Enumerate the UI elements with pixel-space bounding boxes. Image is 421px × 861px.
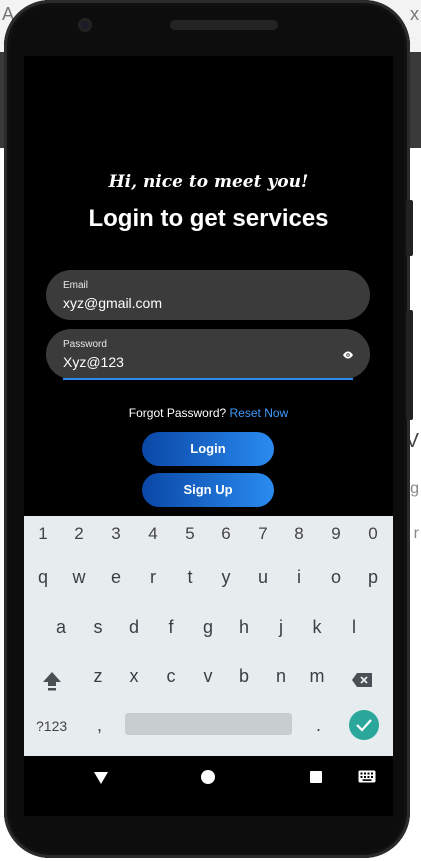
key-q[interactable]: q [31, 567, 55, 588]
key-m[interactable]: m [305, 666, 329, 687]
key-t[interactable]: t [178, 567, 202, 588]
key-6[interactable]: 6 [214, 524, 238, 544]
enter-key[interactable] [349, 710, 379, 740]
desktop-text-fragment: g [410, 480, 419, 497]
signup-button[interactable]: Sign Up [142, 473, 274, 507]
forgot-password-text: Forgot Password? [128, 406, 230, 420]
android-nav-bar [24, 756, 393, 816]
key-b[interactable]: b [232, 666, 256, 687]
key-3[interactable]: 3 [104, 524, 128, 544]
key-k[interactable]: k [305, 617, 329, 638]
key-p[interactable]: p [361, 567, 385, 588]
key-o[interactable]: o [324, 567, 348, 588]
front-camera [78, 18, 92, 32]
password-label: Password [63, 339, 107, 350]
key-a[interactable]: a [49, 617, 73, 638]
key-i[interactable]: i [287, 567, 311, 588]
key-z[interactable]: z [86, 666, 110, 687]
keyboard-icon[interactable] [358, 770, 376, 783]
password-focus-underline [63, 378, 353, 380]
check-icon [356, 719, 372, 732]
key-h[interactable]: h [232, 617, 256, 638]
recent-apps-icon[interactable] [310, 771, 322, 783]
space-bar[interactable] [125, 713, 292, 735]
comma-key[interactable]: , [97, 715, 102, 736]
shift-icon[interactable] [42, 670, 62, 692]
soft-keyboard: 1 2 3 4 5 6 7 8 9 0 q w e r t y u i o p … [24, 516, 393, 756]
login-button[interactable]: Login [142, 432, 274, 466]
key-v[interactable]: v [196, 666, 220, 687]
page-title: Login to get services [88, 205, 329, 232]
forgot-password-row: Forgot Password? Reset Now [24, 406, 393, 420]
volume-buttons [406, 310, 413, 420]
key-9[interactable]: 9 [324, 524, 348, 544]
email-label: Email [63, 280, 89, 291]
key-0[interactable]: 0 [361, 524, 385, 544]
key-l[interactable]: l [342, 617, 366, 638]
key-7[interactable]: 7 [251, 524, 275, 544]
backspace-icon[interactable] [351, 672, 373, 688]
key-x[interactable]: x [122, 666, 146, 687]
back-icon[interactable] [94, 772, 108, 784]
eye-icon[interactable] [342, 350, 354, 360]
key-w[interactable]: w [67, 567, 91, 588]
key-4[interactable]: 4 [141, 524, 165, 544]
key-c[interactable]: c [159, 666, 183, 687]
key-e[interactable]: e [104, 567, 128, 588]
key-n[interactable]: n [269, 666, 293, 687]
phone-frame: Hi, nice to meet you! Login to get servi… [4, 0, 413, 858]
power-button [406, 200, 413, 256]
desktop-text-fragment: r [413, 525, 419, 542]
key-2[interactable]: 2 [67, 524, 91, 544]
home-icon[interactable] [201, 770, 215, 784]
key-y[interactable]: y [214, 567, 238, 588]
email-field[interactable]: Email xyz@gmail.com [46, 270, 370, 320]
email-value[interactable]: xyz@gmail.com [63, 295, 162, 311]
earpiece-speaker [170, 20, 278, 30]
reset-now-link[interactable]: Reset Now [230, 406, 289, 420]
password-field[interactable]: Password Xyz@123 [46, 329, 370, 380]
key-8[interactable]: 8 [287, 524, 311, 544]
key-u[interactable]: u [251, 567, 275, 588]
phone-screen: Hi, nice to meet you! Login to get servi… [24, 56, 393, 816]
password-value[interactable]: Xyz@123 [63, 354, 124, 370]
key-j[interactable]: j [269, 617, 293, 638]
key-d[interactable]: d [122, 617, 146, 638]
key-5[interactable]: 5 [178, 524, 202, 544]
key-f[interactable]: f [159, 617, 183, 638]
key-1[interactable]: 1 [31, 524, 55, 544]
symbols-key[interactable]: ?123 [36, 718, 67, 734]
key-s[interactable]: s [86, 617, 110, 638]
period-key[interactable]: . [316, 715, 321, 736]
key-r[interactable]: r [141, 567, 165, 588]
greeting-text: Hi, nice to meet you! [108, 172, 309, 192]
desktop-text-fragment: x [410, 4, 419, 24]
key-g[interactable]: g [196, 617, 220, 638]
